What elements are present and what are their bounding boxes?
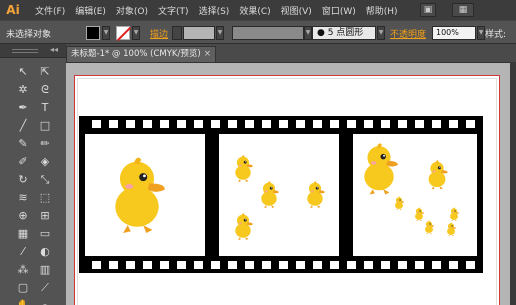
opacity-field[interactable]: 100% bbox=[432, 26, 476, 40]
slice-icon[interactable]: ⟋ bbox=[36, 280, 54, 296]
brush-definition[interactable]: ● 5 点圆形 bbox=[312, 26, 376, 40]
line-tool-icon[interactable]: ╱ bbox=[14, 118, 32, 134]
stroke-weight-stepper[interactable] bbox=[172, 26, 182, 40]
stroke-dropdown[interactable]: ▼ bbox=[132, 26, 140, 40]
hand-icon[interactable]: ✋ bbox=[14, 298, 32, 305]
menu-edit[interactable]: 编辑(E) bbox=[75, 4, 106, 17]
gradient-icon[interactable]: ▭ bbox=[36, 226, 54, 242]
menu-effect[interactable]: 效果(C) bbox=[239, 4, 270, 17]
mesh-icon[interactable]: ▦ bbox=[14, 226, 32, 242]
blob-brush-icon[interactable]: ✐ bbox=[14, 154, 32, 170]
pen-tool-icon[interactable]: ✒ bbox=[14, 100, 32, 116]
blend-icon[interactable]: ◐ bbox=[36, 244, 54, 260]
canvas[interactable] bbox=[66, 62, 516, 305]
brush-label: 5 点圆形 bbox=[327, 28, 364, 38]
menu-bar: Ai 文件(F) 编辑(E) 对象(O) 文字(T) 选择(S) 效果(C) 视… bbox=[0, 0, 516, 20]
bridge-button[interactable]: ▣ bbox=[420, 3, 436, 17]
tools-panel: ◂◂ ↖ ⇱ ✲ ᘓ ✒ T ╱ □ ✎ ✏ ✐ ◈ ↻ ⤡ ≋ ⬚ ⊕ ⊞ ▦… bbox=[0, 44, 66, 305]
free-transform-icon[interactable]: ⬚ bbox=[36, 190, 54, 206]
perspective-grid-icon[interactable]: ⊞ bbox=[36, 208, 54, 224]
eraser-icon[interactable]: ◈ bbox=[36, 154, 54, 170]
shape-builder-icon[interactable]: ⊕ bbox=[14, 208, 32, 224]
document-tab[interactable]: 未标题-1* @ 100% (CMYK/预览) × bbox=[66, 46, 216, 62]
close-icon[interactable]: × bbox=[204, 47, 211, 62]
menu-window[interactable]: 窗口(W) bbox=[322, 4, 356, 17]
stroke-label[interactable]: 描边 bbox=[150, 27, 168, 41]
stroke-weight-field[interactable] bbox=[183, 26, 215, 40]
tools-panel-header[interactable]: ◂◂ bbox=[0, 44, 66, 58]
menu-type[interactable]: 文字(T) bbox=[158, 4, 189, 17]
menu-help[interactable]: 帮助(H) bbox=[366, 4, 398, 17]
stroke-swatch[interactable] bbox=[116, 26, 130, 40]
selection-tool-icon[interactable]: ↖ bbox=[14, 64, 32, 80]
arrange-documents-button[interactable]: ▦ bbox=[452, 3, 474, 17]
opacity-dropdown[interactable]: ▼ bbox=[477, 26, 485, 40]
app-logo: Ai bbox=[6, 3, 20, 17]
brush-dropdown[interactable]: ▼ bbox=[377, 26, 385, 40]
variable-width-profile[interactable] bbox=[232, 26, 304, 40]
collapse-icon[interactable]: ◂◂ bbox=[50, 45, 58, 54]
fill-dropdown[interactable]: ▼ bbox=[102, 26, 110, 40]
grip-icon bbox=[12, 49, 38, 53]
pencil-icon[interactable]: ✏ bbox=[36, 136, 54, 152]
document-area: 未标题-1* @ 100% (CMYK/预览) × bbox=[66, 44, 516, 305]
rectangle-tool-icon[interactable]: □ bbox=[36, 118, 54, 134]
rotate-icon[interactable]: ↻ bbox=[14, 172, 32, 188]
control-bar: 未选择对象 ▼ ▼ 描边 ▼ ▼ ● 5 点圆形 ▼ 不透明度 100% ▼ 样… bbox=[0, 20, 516, 44]
menu-file[interactable]: 文件(F) bbox=[35, 4, 65, 17]
scale-icon[interactable]: ⤡ bbox=[36, 172, 54, 188]
direct-selection-tool-icon[interactable]: ⇱ bbox=[36, 64, 54, 80]
eyedropper-icon[interactable]: ⁄ bbox=[14, 244, 32, 260]
illustrator-window: Ai 文件(F) 编辑(E) 对象(O) 文字(T) 选择(S) 效果(C) 视… bbox=[0, 0, 516, 305]
paintbrush-icon[interactable]: ✎ bbox=[14, 136, 32, 152]
filmstrip-artwork[interactable] bbox=[79, 116, 483, 273]
width-tool-icon[interactable]: ≋ bbox=[14, 190, 32, 206]
type-tool-icon[interactable]: T bbox=[36, 100, 54, 116]
opacity-label[interactable]: 不透明度 bbox=[390, 27, 426, 41]
symbol-sprayer-icon[interactable]: ⁂ bbox=[14, 262, 32, 278]
menu-view[interactable]: 视图(V) bbox=[281, 4, 312, 17]
style-label: 样式: bbox=[485, 30, 507, 40]
menu-select[interactable]: 选择(S) bbox=[199, 4, 230, 17]
column-graph-icon[interactable]: ▥ bbox=[36, 262, 54, 278]
menu-object[interactable]: 对象(O) bbox=[116, 4, 148, 17]
variable-width-dropdown[interactable]: ▼ bbox=[304, 26, 312, 40]
selection-status: 未选择对象 bbox=[6, 30, 52, 40]
stroke-weight-dropdown[interactable]: ▼ bbox=[216, 26, 224, 40]
lasso-icon[interactable]: ᘓ bbox=[36, 82, 54, 98]
magic-wand-icon[interactable]: ✲ bbox=[14, 82, 32, 98]
artboard-tool-icon[interactable]: ▢ bbox=[14, 280, 32, 296]
zoom-icon[interactable]: ⌕ bbox=[36, 298, 54, 305]
fill-swatch[interactable] bbox=[86, 26, 100, 40]
vertical-scrollbar[interactable] bbox=[510, 62, 516, 305]
document-tab-title: 未标题-1* @ 100% (CMYK/预览) bbox=[71, 49, 201, 59]
